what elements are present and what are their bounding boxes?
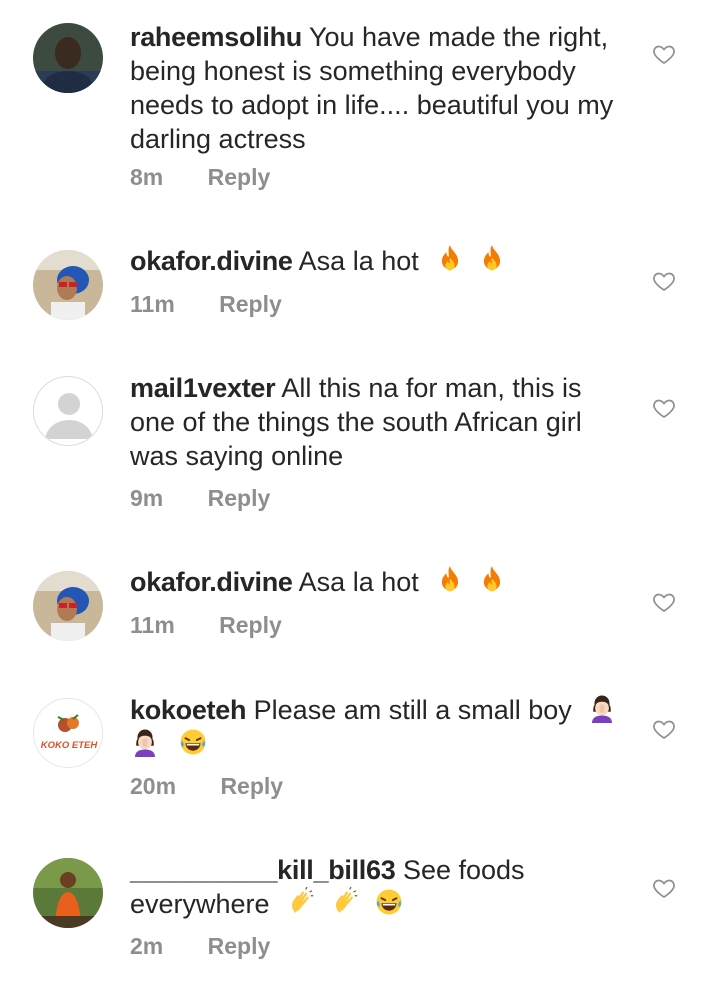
reply-button[interactable]: Reply [208, 931, 271, 961]
reply-button[interactable]: Reply [219, 289, 282, 319]
fire-emoji-icon [442, 566, 459, 592]
comment-text: Please am still a small boy [253, 695, 572, 725]
comment-text-block: okafor.divine Asa la hot [130, 565, 630, 599]
laughing-emoji-icon [180, 729, 206, 755]
koko-eteh-logo-text: KOKO ETEH [41, 740, 99, 751]
heart-icon[interactable] [652, 590, 676, 614]
comment-text: Asa la hot [298, 567, 419, 597]
clapping-emoji-icon [292, 887, 314, 914]
comment-meta: 11m Reply [130, 610, 282, 640]
facepalm-emoji-icon [135, 729, 155, 757]
comment-time: 11m [130, 291, 175, 317]
avatar-photo-icon [33, 858, 103, 928]
comment-text: Asa la hot [298, 246, 419, 276]
koko-eteh-logo-icon: KOKO ETEH [34, 699, 102, 767]
comment-time: 20m [130, 773, 177, 799]
fire-emoji-icon [442, 245, 459, 271]
reply-button[interactable]: Reply [220, 771, 283, 801]
comment-time: 8m [130, 164, 164, 190]
heart-icon[interactable] [652, 42, 676, 66]
comment-username[interactable]: raheemsolihu [130, 22, 302, 52]
heart-icon[interactable] [652, 269, 676, 293]
avatar-photo-icon [33, 23, 103, 93]
avatar-photo-icon [33, 571, 103, 641]
comment-username[interactable]: mail1vexter [130, 373, 276, 403]
avatar[interactable] [33, 376, 103, 446]
comment-time: 11m [130, 612, 175, 638]
reply-button[interactable]: Reply [219, 610, 282, 640]
comment-text-block: raheemsolihu You have made the right, be… [130, 20, 630, 156]
avatar[interactable] [33, 23, 103, 93]
reply-button[interactable]: Reply [208, 483, 271, 513]
fire-emoji-icon [483, 566, 500, 592]
comment-time: 9m [130, 485, 164, 511]
avatar[interactable]: KOKO ETEH [33, 698, 103, 768]
avatar[interactable] [33, 858, 103, 928]
heart-icon[interactable] [652, 396, 676, 420]
comment-meta: 2m Reply [130, 931, 270, 961]
heart-icon[interactable] [652, 876, 676, 900]
comment-username[interactable]: kokoeteh [130, 695, 246, 725]
comment-text-block: kokoeteh Please am still a small boy [130, 693, 630, 761]
clapping-emoji-icon [335, 887, 357, 914]
comment-username[interactable]: okafor.divine [130, 567, 293, 597]
avatar-photo-icon [33, 250, 103, 320]
laughing-emoji-icon [376, 889, 402, 915]
default-avatar-icon [34, 377, 102, 445]
comment-username[interactable]: okafor.divine [130, 246, 293, 276]
facepalm-emoji-icon [592, 695, 613, 723]
avatar[interactable] [33, 571, 103, 641]
avatar[interactable] [33, 250, 103, 320]
comment-text-block: okafor.divine Asa la hot [130, 244, 630, 278]
heart-icon[interactable] [652, 717, 676, 741]
fire-emoji-icon [483, 245, 500, 271]
reply-button[interactable]: Reply [208, 162, 271, 192]
comment-meta: 11m Reply [130, 289, 282, 319]
comment-meta: 20m Reply [130, 771, 283, 801]
comment-meta: 9m Reply [130, 483, 270, 513]
comment-text-block: mail1vexter All this na for man, this is… [130, 371, 630, 473]
comment-time: 2m [130, 933, 164, 959]
comment-text-block: __________kill_bill63 See foods everywhe… [130, 853, 630, 921]
comment-meta: 8m Reply [130, 162, 270, 192]
comment-username[interactable]: __________kill_bill63 [130, 855, 396, 885]
